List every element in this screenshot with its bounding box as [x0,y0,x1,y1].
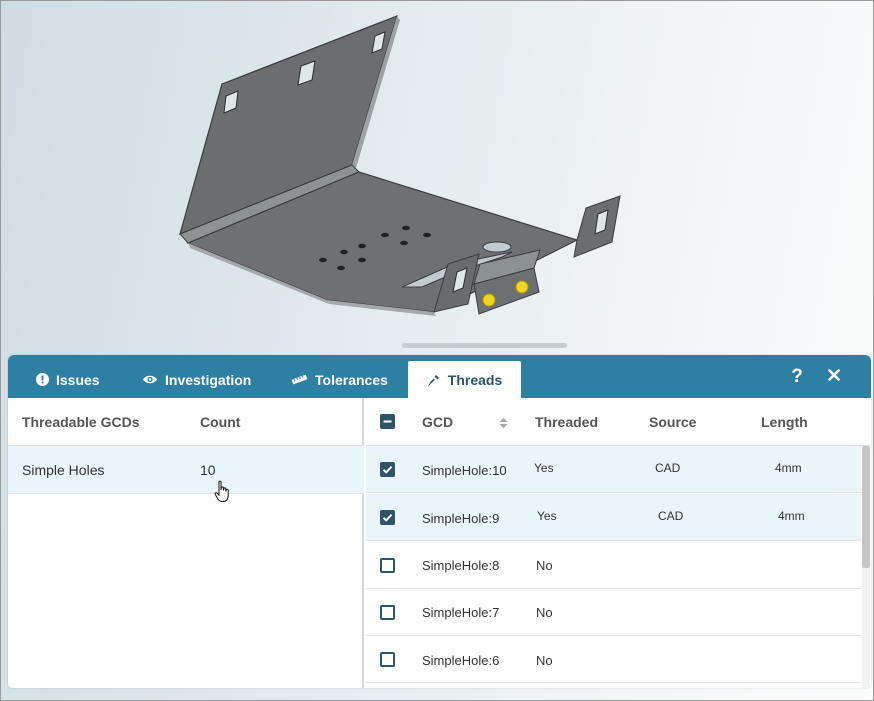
table-row[interactable]: SimpleHole:6 No [366,636,861,683]
row-checkbox[interactable] [380,558,395,573]
length-value: 4mm [775,461,802,475]
row-checkbox[interactable] [380,652,395,667]
threaded-value: No [536,558,553,573]
tab-issues[interactable]: Issues [36,361,100,398]
length-value: 4mm [778,509,805,523]
tab-tolerances[interactable]: Tolerances [291,361,388,398]
column-header-source[interactable]: Source [649,398,696,446]
tab-threads[interactable]: Threads [408,361,521,398]
table-row[interactable]: SimpleHole:8 No [366,542,861,589]
panel-resize-handle[interactable] [402,343,567,348]
column-header-threadable-gcds[interactable]: Threadable GCDs [22,398,139,446]
screwdriver-icon [427,373,441,387]
tab-threads-label: Threads [447,371,503,388]
gcd-group-name: Simple Holes [22,462,105,478]
gcd-name: SimpleHole:8 [422,558,500,573]
table-row[interactable]: SimpleHole:7 No [366,589,861,636]
close-icon [828,368,840,386]
column-header-gcd[interactable]: GCD [422,398,453,446]
source-value: CAD [655,461,681,475]
row-checkbox[interactable] [380,605,395,620]
gcd-name: SimpleHole:9 [422,511,500,526]
tab-bar: Issues Investigation Tolerances Threads [8,355,871,398]
table-header: GCD Threaded Source Length [366,398,871,446]
table-row[interactable]: Simple Holes 10 [8,446,364,494]
threaded-value: No [536,653,553,668]
column-header-length[interactable]: Length [761,398,808,446]
gcd-name: SimpleHole:6 [422,653,500,668]
threaded-value: Yes [537,509,557,523]
sheet-metal-part-model[interactable] [2,2,872,354]
column-header-count[interactable]: Count [200,398,240,446]
gcd-name: SimpleHole:7 [422,605,500,620]
table-row[interactable]: SimpleHole:9 Yes CAD 4mm [366,494,861,541]
ruler-icon [291,374,308,385]
tab-tolerances-label: Tolerances [315,371,388,388]
eye-icon [142,374,158,385]
row-checkbox[interactable] [380,510,395,525]
tab-issues-label: Issues [56,371,100,388]
row-checkbox[interactable] [380,462,395,477]
close-button[interactable] [822,364,846,390]
tab-investigation-label: Investigation [165,371,252,388]
3d-viewport[interactable] [2,2,872,354]
gcd-name: SimpleHole:10 [422,463,507,478]
analysis-panel: Issues Investigation Tolerances Threads [8,355,871,688]
exclamation-circle-icon [36,373,49,386]
threaded-value: Yes [534,461,554,475]
table-header: Threadable GCDs Count [8,398,364,446]
hand-cursor-icon [214,480,232,509]
scrollbar-thumb[interactable] [862,446,870,568]
threaded-value: No [536,605,553,620]
table-row[interactable]: SimpleHole:10 Yes CAD 4mm [366,446,861,493]
app-window: Issues Investigation Tolerances Threads [0,0,874,701]
table-scrollbar[interactable] [862,446,870,688]
source-value: CAD [658,509,684,523]
help-button[interactable]: ? [786,364,808,390]
select-all-checkbox[interactable] [380,414,395,429]
column-header-threaded[interactable]: Threaded [535,398,598,446]
gcd-threads-table: GCD Threaded Source Length SimpleHole:10… [366,398,871,688]
sort-icon[interactable] [499,416,508,434]
tab-investigation[interactable]: Investigation [142,361,251,398]
threadable-gcds-table: Threadable GCDs Count Simple Holes 10 [8,398,364,688]
